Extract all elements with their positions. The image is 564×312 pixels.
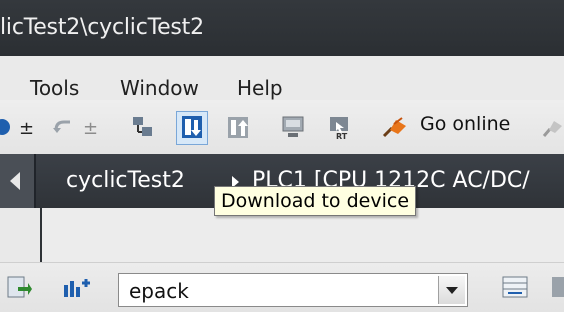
window-title: licTest2\cyclicTest2 (0, 15, 204, 40)
back-arrow-icon[interactable] (0, 154, 36, 208)
network-view-icon[interactable] (130, 114, 156, 140)
menu-tools[interactable]: Tools (30, 76, 79, 100)
menu-help[interactable]: Help (237, 76, 283, 100)
redo-icon[interactable]: ± (80, 114, 102, 140)
compile-icon[interactable]: ± (16, 114, 38, 140)
title-bar: licTest2\cyclicTest2 (0, 0, 564, 56)
main-toolbar: ± ± RT Go online (0, 100, 564, 155)
svg-text:RT: RT (336, 132, 348, 140)
svg-text:±: ± (19, 118, 34, 139)
chevron-down-icon[interactable] (438, 276, 465, 304)
settings-icon[interactable] (548, 273, 564, 299)
table-view-icon[interactable] (500, 273, 530, 299)
tag-table-select[interactable]: epack (118, 273, 468, 307)
editor-header-area (42, 208, 564, 262)
menu-window[interactable]: Window (120, 76, 199, 100)
breadcrumb-project[interactable]: cyclicTest2 (66, 168, 185, 193)
go-online-icon[interactable] (380, 114, 410, 140)
add-tag-icon[interactable] (60, 273, 94, 299)
go-online-label[interactable]: Go online (420, 113, 510, 135)
tag-table-select-value: epack (129, 279, 189, 303)
blue-circle-icon[interactable] (0, 114, 12, 140)
runtime-icon[interactable]: RT (327, 114, 353, 140)
tooltip: Download to device (214, 186, 417, 216)
menu-bar: Tools Window Help (0, 56, 564, 100)
go-offline-icon[interactable] (540, 114, 564, 140)
undo-icon[interactable] (50, 114, 74, 140)
simulation-icon[interactable] (280, 114, 306, 140)
svg-text:±: ± (83, 118, 98, 139)
download-to-device-icon[interactable] (176, 111, 208, 145)
upload-from-device-icon[interactable] (224, 114, 252, 140)
export-icon[interactable] (6, 273, 32, 299)
